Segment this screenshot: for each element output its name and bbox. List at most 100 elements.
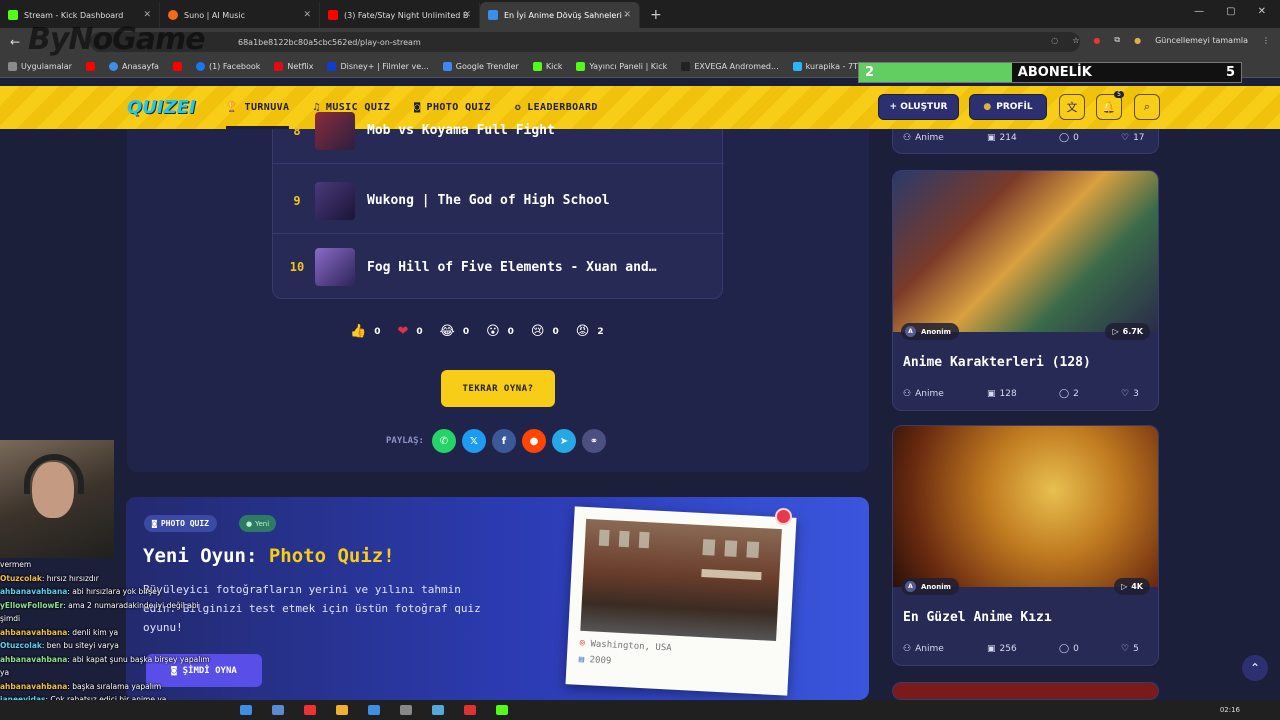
reaction-laugh[interactable]: 😂 0 [440,324,469,339]
photo-location: ⌾ Washington, USA [579,639,672,654]
maximize-icon[interactable]: ▢ [1226,6,1235,17]
whatsapp-icon[interactable]: ✆ [431,429,456,453]
search-icon[interactable]: ⌕ [1134,94,1160,120]
facebook-icon[interactable]: f [491,429,516,453]
update-button[interactable]: Güncellemeyi tamamla [1155,36,1248,45]
new-tab-button[interactable]: + [640,2,672,28]
scroll-top-button[interactable]: ⌃ [1242,655,1268,681]
taskbar-app-icon[interactable] [464,705,476,715]
bookmark-item[interactable] [172,62,182,71]
bookmark-item[interactable]: Google Trendler [442,62,519,71]
bookmark-item[interactable]: Yayıncı Paneli | Kick [576,62,667,71]
taskbar-app-icon[interactable] [432,705,444,715]
telegram-icon[interactable]: ➤ [551,429,576,453]
heart-outline-icon: ♡ [1121,644,1130,654]
x-twitter-icon[interactable]: 𝕏 [461,429,486,453]
taskbar-app-icon[interactable] [368,705,380,715]
bookmark-label: Disney+ | Filmler ve... [340,62,429,71]
laugh-icon: 😂 [439,324,455,339]
minimize-icon[interactable]: — [1194,6,1204,17]
avatar[interactable]: ● [1134,36,1141,45]
close-window-icon[interactable]: ✕ [1258,6,1266,17]
list-item[interactable]: 9 Wukong | The God of High School [273,168,724,234]
browser-tab-active[interactable]: En İyi Anime Dövüş Sahneleri - ✕ [480,2,640,28]
chat-username[interactable]: ahbanavahbana [0,682,67,691]
quiz-card[interactable]: A Anonim ▷ 6.7K Anime Karakterleri (128) ⚇… [892,170,1159,411]
bookmark-item[interactable]: kurapika - 7TV [792,62,863,71]
bookmark-item[interactable]: Uygulamalar [8,62,72,71]
list-item[interactable]: 8 Mob vs Koyama Full Fight [273,98,724,164]
browser-tab[interactable]: (3) Fate/Stay Night Unlimited B ✕ [320,2,480,28]
list-item[interactable]: 10 Fog Hill of Five Elements - Xuan and… [273,234,724,300]
taskbar-app-icon[interactable] [336,705,348,715]
chat-username[interactable]: ahbanavahbana [0,628,67,637]
taskbar-app-icon[interactable] [304,705,316,715]
bookmark-item[interactable]: Kick [532,62,562,71]
bookmark-item[interactable]: Disney+ | Filmler ve... [327,62,429,71]
reddit-icon[interactable]: ● [521,429,546,453]
quiz-card-partial[interactable] [892,682,1159,700]
close-icon[interactable]: ✕ [463,10,471,20]
play-again-button[interactable]: TEKRAR OYNA? [441,370,555,407]
bookmark-item[interactable]: EXVEGA Andromed... [681,62,779,71]
close-icon[interactable]: ✕ [143,10,151,20]
translate-icon[interactable]: 文 [1059,94,1085,120]
bookmark-item[interactable]: Netflix [274,62,313,71]
sparkle-icon: ● [246,519,253,528]
star-icon[interactable]: ☆ [1072,36,1079,45]
tab-title: (3) Fate/Stay Night Unlimited B [344,10,469,20]
profile-button[interactable]: ● PROFİL [969,94,1047,120]
chat-username[interactable]: yEllowFollowEr [0,601,63,610]
reaction-count: 0 [374,326,381,337]
home-icon [108,62,118,71]
back-icon[interactable]: ← [10,35,28,49]
extension-icon[interactable]: ● [1093,36,1100,45]
questions-text: 214 [999,133,1017,143]
url-input[interactable]: 68a1be8122bc80a5cbc562ed/play-on-stream [90,32,1080,52]
toolbar-right: ◌ ☆ ● ⧉ ● Güncellemeyi tamamla ⋮ [1051,35,1270,45]
site-logo[interactable]: QUIZEI [127,97,196,118]
chat-text: : hırsız hırsızdır [41,573,99,583]
link-icon[interactable]: ⚭ [581,429,606,453]
taskbar-app-icon[interactable] [400,705,412,715]
plays-text: 4K [1131,582,1143,591]
quiz-card[interactable]: A Anonim ▷ 4K En Güzel Anime Kızı ⚇ Anime ▣… [892,425,1159,666]
comment-icon: ◯ [1059,389,1070,399]
chat-username[interactable]: Otuzcolak [0,641,42,650]
reaction-count: 0 [416,326,423,337]
bookmark-item[interactable]: Anasayfa [108,62,159,71]
bell-icon[interactable]: 🔔 5 [1096,91,1124,120]
create-button[interactable]: + OLUŞTUR [878,94,959,120]
thumbnail [315,111,355,150]
eye-off-icon[interactable]: ◌ [1051,36,1058,45]
bookmark-item[interactable]: (1) Facebook [195,62,260,71]
card-thumbnail [893,426,1158,587]
reaction-wow[interactable]: 😮 0 [486,324,514,339]
item-title: Fog Hill of Five Elements - Xuan and… [367,259,657,275]
chat-username[interactable]: ahbanavahbana [0,587,67,596]
reaction-like[interactable]: 👍 0 [350,324,380,339]
chat-username[interactable]: ahbanavahbana [0,655,67,664]
menu-icon[interactable]: ⋮ [1262,36,1270,45]
taskbar-app-icon[interactable] [272,705,284,715]
quiz-card-partial[interactable]: ⚇ Anime ▣ 214 ◯ 0 ♡ 17 [892,129,1159,154]
reaction-sad[interactable]: 😢 0 [531,324,559,339]
close-icon[interactable]: ✕ [303,10,311,20]
taskbar-app-icon[interactable] [240,705,252,715]
card-plays: ▷ 4K [1114,578,1150,595]
puzzle-icon[interactable]: ⧉ [1114,35,1120,45]
bookmark-item[interactable] [85,62,95,71]
promo-title-highlight: Photo Quiz! [268,545,395,567]
share-row: PAYLAŞ: ✆ 𝕏 f ● ➤ ⚭ [386,429,606,453]
goal-current: 2 [865,65,875,80]
reaction-angry[interactable]: 😡 2 [576,324,604,339]
results-list: 8 Mob vs Koyama Full Fight 9 Wukong | Th… [272,111,724,300]
reaction-love[interactable]: ❤ 0 [397,324,422,339]
chat-username[interactable]: Otuzcolak [0,574,42,583]
comments-text: 2 [1073,389,1079,399]
author-text: Anonim [921,327,951,336]
close-icon[interactable]: ✕ [623,10,631,20]
sad-icon: 😢 [530,324,545,339]
questions-text: 256 [999,644,1017,654]
taskbar-app-icon[interactable] [496,705,508,715]
